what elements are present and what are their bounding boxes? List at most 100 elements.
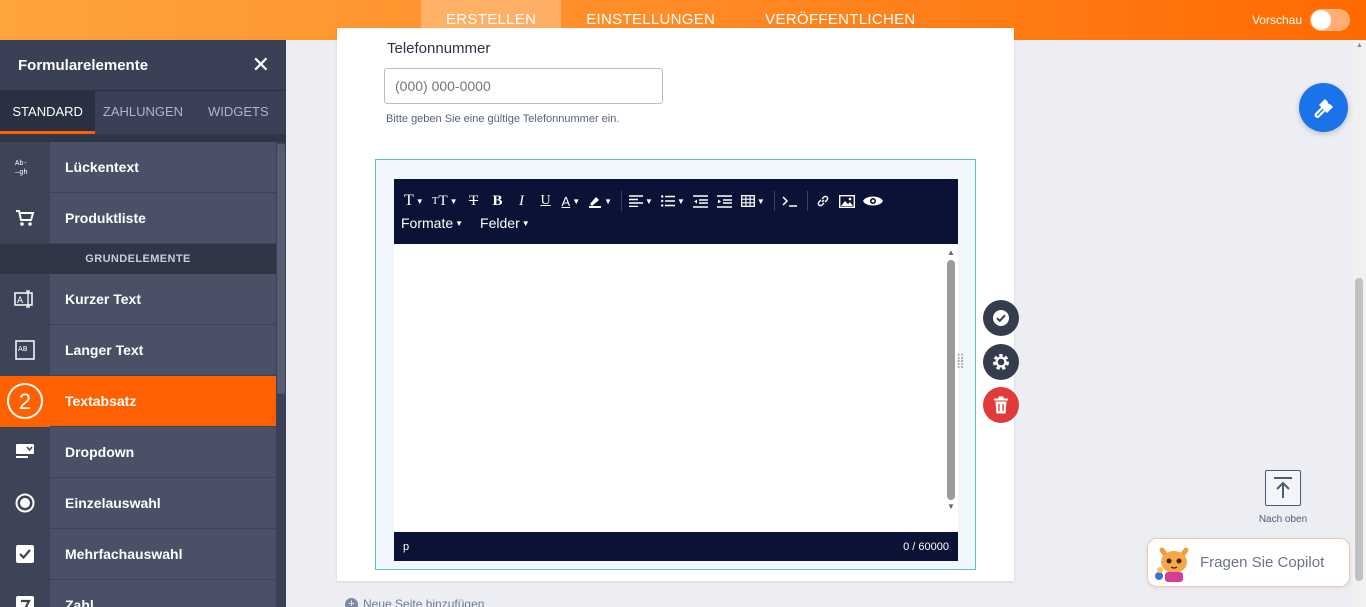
sidebar-item-lueckentext[interactable]: Ab- —gh Lückentext [0, 141, 276, 193]
char-count: 0 / 60000 [903, 540, 949, 553]
section-grundelemente: GRUNDELEMENTE [0, 244, 276, 274]
paint-roller-icon [1314, 98, 1333, 118]
settings-button[interactable] [983, 344, 1019, 380]
image-icon[interactable] [836, 190, 858, 212]
sidebar-title: Formularelemente [18, 56, 149, 74]
preview-control: Vorschau [1252, 9, 1350, 31]
form-designer-button[interactable] [1299, 83, 1348, 132]
dropdown-icon [0, 426, 50, 478]
number-icon [0, 579, 50, 607]
scroll-down-arrow[interactable]: ▼ [946, 502, 956, 512]
check-circle-icon [993, 310, 1009, 326]
sidebar-item-dropdown[interactable]: Dropdown [0, 426, 276, 478]
scroll-up-arrow[interactable]: ▲ [946, 248, 956, 258]
sidebar-item-label: Mehrfachauswahl [65, 546, 183, 562]
scroll-up-arrow[interactable]: ▲ [1356, 42, 1363, 49]
link-icon[interactable] [812, 190, 834, 212]
cart-icon [0, 192, 50, 244]
sidebar-tabs: STANDARD ZAHLUNGEN WIDGETS [0, 90, 286, 134]
svg-text:Ab-: Ab- [15, 159, 28, 167]
clear-format-icon[interactable]: T [463, 190, 485, 212]
table-icon[interactable]: ▼ [738, 190, 768, 212]
toolbar-divider [621, 191, 623, 211]
long-text-icon: AB [0, 324, 50, 376]
bold-icon[interactable]: B [487, 190, 509, 212]
editor-content[interactable]: ▲ ▼ [394, 244, 958, 532]
back-to-top-button[interactable]: Nach oben [1254, 470, 1312, 525]
sidebar-item-label: Lückentext [65, 159, 139, 175]
element-list: Ab- —gh Lückentext Produktliste GRUNDELEM… [0, 141, 276, 607]
gear-icon [993, 354, 1009, 370]
step-badge-number: 2 [19, 389, 31, 414]
preview-toggle[interactable] [1310, 9, 1350, 31]
editor-scrollbar[interactable]: ▲ ▼ [946, 248, 956, 530]
step-badge: 2 [0, 375, 50, 427]
toolbar-divider [773, 191, 775, 211]
tab-zahlungen[interactable]: ZAHLUNGEN [95, 91, 190, 134]
toggle-knob [1311, 10, 1331, 30]
sidebar-item-textabsatz[interactable]: 2 Textabsatz [0, 375, 276, 427]
scroll-thumb[interactable] [947, 260, 955, 500]
short-text-icon: A [0, 273, 50, 325]
element-path: p [403, 540, 410, 553]
sidebar-item-mehrfachauswahl[interactable]: Mehrfachauswahl [0, 528, 276, 580]
sidebar-scrollbar[interactable] [276, 142, 286, 607]
scroll-thumb[interactable] [1355, 278, 1363, 581]
sidebar-item-label: Langer Text [65, 342, 144, 358]
outdent-icon[interactable] [690, 190, 712, 212]
preview-label: Vorschau [1251, 13, 1302, 27]
code-icon[interactable] [779, 190, 801, 212]
sidebar-item-label: Kurzer Text [65, 291, 141, 307]
sidebar-item-label: Zahl [65, 597, 94, 607]
delete-button[interactable] [983, 387, 1019, 423]
font-size-button[interactable]: T T ▼ [429, 190, 461, 212]
list-icon[interactable]: ▼ [658, 190, 688, 212]
fields-menu[interactable]: Felder ▼ [480, 212, 533, 234]
indent-icon[interactable] [714, 190, 736, 212]
tab-standard[interactable]: STANDARD [0, 91, 96, 134]
font-family-button[interactable]: T ▼ [401, 190, 427, 212]
sidebar-item-kurzer-text[interactable]: A Kurzer Text [0, 273, 276, 325]
scroll-thumb[interactable] [277, 144, 285, 394]
sidebar-item-label: Produktliste [65, 210, 146, 226]
sidebar-item-label: Textabsatz [65, 393, 137, 409]
italic-icon[interactable]: I [511, 190, 533, 212]
align-icon[interactable]: ▼ [626, 190, 656, 212]
phone-input[interactable] [384, 68, 663, 104]
editor-toolbar: T ▼ T T ▼ T B I U A ▼ ▼ ▼ ▼ ▼ Formate ▼ … [394, 179, 958, 244]
formats-menu[interactable]: Formate ▼ [401, 212, 466, 234]
fill-in-blank-icon: Ab- —gh [0, 141, 50, 193]
svg-text:AB: AB [18, 345, 28, 353]
sidebar-header: Formularelemente ✕ [0, 40, 286, 90]
copilot-label: Fragen Sie Copilot [1200, 554, 1325, 571]
form-elements-sidebar: Formularelemente ✕ STANDARD ZAHLUNGEN WI… [0, 40, 286, 607]
sidebar-item-einzelauswahl[interactable]: Einzelauswahl [0, 477, 276, 529]
paragraph-field[interactable]: T ▼ T T ▼ T B I U A ▼ ▼ ▼ ▼ ▼ Formate ▼ … [375, 159, 976, 570]
editor-statusbar: p 0 / 60000 [394, 532, 958, 561]
page-scrollbar[interactable]: ▲ [1353, 40, 1366, 607]
font-color-icon[interactable]: A ▼ [559, 190, 584, 212]
sidebar-item-label: Einzelauswahl [65, 495, 161, 511]
sidebar-item-produktliste[interactable]: Produktliste [0, 192, 276, 244]
close-icon[interactable]: ✕ [252, 54, 270, 76]
svg-text:—gh: —gh [15, 168, 28, 176]
preview-eye-icon[interactable] [860, 190, 886, 212]
svg-text:A: A [17, 296, 24, 306]
add-page-link[interactable]: + Neue Seite hinzufügen [345, 597, 484, 607]
copilot-button[interactable]: Fragen Sie Copilot [1147, 538, 1350, 587]
drag-handle-icon[interactable]: ⠿ ⠿ [956, 353, 968, 371]
sidebar-item-zahl[interactable]: Zahl [0, 579, 276, 607]
checkbox-icon [0, 528, 50, 580]
highlight-icon[interactable]: ▼ [585, 190, 615, 212]
copilot-avatar-icon [1148, 538, 1200, 587]
phone-hint: Bitte geben Sie eine gültige Telefonnumm… [386, 113, 620, 125]
required-toggle-button[interactable] [983, 300, 1019, 336]
plus-icon: + [345, 597, 358, 607]
phone-label: Telefonnummer [387, 40, 491, 57]
fields-label: Felder [480, 215, 520, 231]
formats-label: Formate [401, 215, 454, 231]
toolbar-divider [806, 191, 808, 211]
sidebar-item-langer-text[interactable]: AB Langer Text [0, 324, 276, 376]
tab-widgets[interactable]: WIDGETS [191, 91, 286, 134]
underline-icon[interactable]: U [535, 190, 557, 212]
